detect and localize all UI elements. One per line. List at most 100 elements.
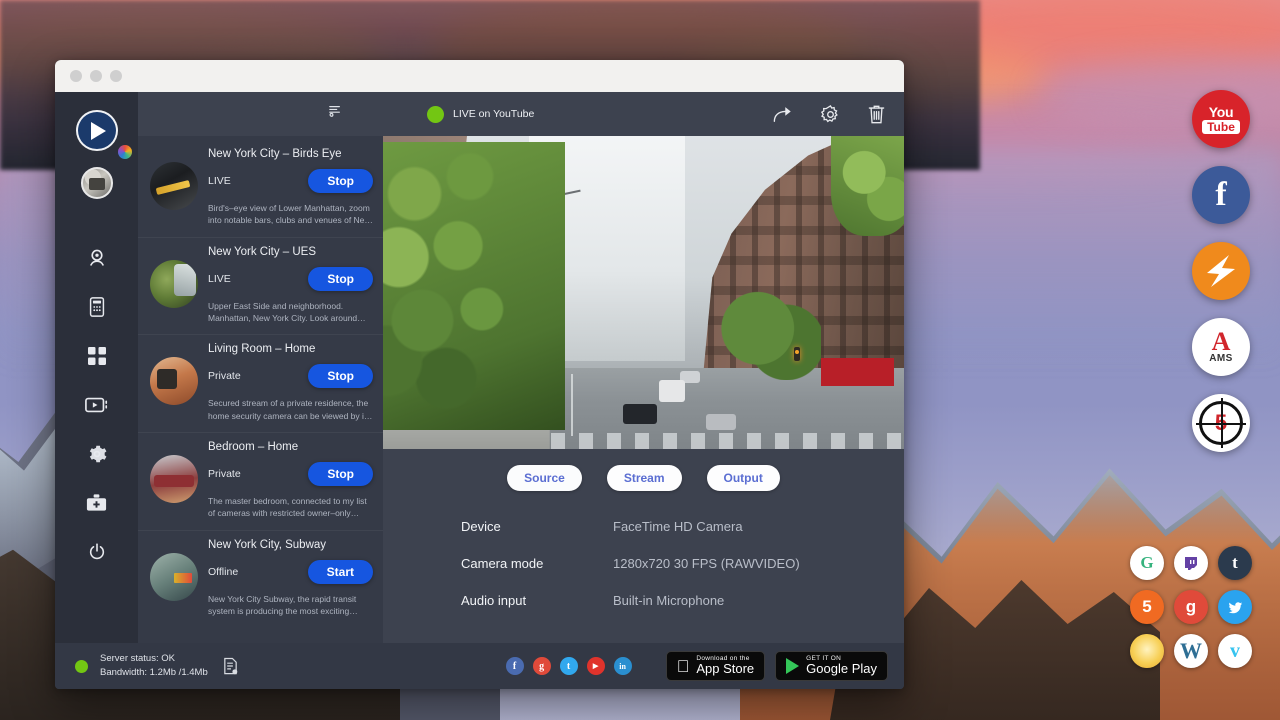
camera-thumbnail [150,260,198,308]
camera-title: New York City – UES [208,246,373,258]
tv-icon [85,395,109,415]
five-glyph: 5 [1215,410,1227,436]
googleplus-icon[interactable]: g [533,657,551,675]
main-content: LIVE on YouTube [383,92,904,643]
red-awning [821,358,894,386]
googleplus-icon[interactable]: g [1174,590,1208,624]
vimeo-icon[interactable]: v [1218,634,1252,668]
adobe-ams-desktop-icon[interactable]: A AMS [1192,318,1250,376]
list-item[interactable]: New York City, Subway Offline Start New … [138,531,383,628]
facebook-icon[interactable]: f [506,657,524,675]
five-icon[interactable]: 5 [1130,590,1164,624]
app-window: New York City – Birds Eye LIVE Stop Bird… [55,60,904,689]
settings-gear-icon[interactable] [820,104,841,125]
sidebar-item-dashboard[interactable] [73,332,121,379]
wowza-desktop-icon[interactable] [1192,242,1250,300]
tab-source[interactable]: Source [507,465,582,491]
gplus-glyph: g [539,661,544,672]
lightning-bolt-icon [1199,249,1243,293]
camera-list-scroll[interactable]: New York City – Birds Eye LIVE Stop Bird… [138,136,383,643]
sidebar-item-device[interactable] [73,283,121,330]
sidebar-item-app-logo[interactable] [76,110,118,151]
adobe-a-glyph: A [1212,330,1231,353]
sidebar-item-user-avatar[interactable] [81,167,113,198]
status-badge: Private [208,370,300,382]
trash-icon[interactable] [867,104,886,125]
camera-title: New York City, Subway [208,539,373,551]
vehicle-van [659,380,685,402]
webcam-icon [86,247,108,269]
window-close-button[interactable] [70,70,82,82]
list-item[interactable]: New York City – UES LIVE Stop Upper East… [138,238,383,336]
power-icon [87,542,107,562]
camera-thumbnail [150,455,198,503]
camera-thumbnail [150,162,198,210]
window-minimize-button[interactable] [90,70,102,82]
facebook-desktop-icon[interactable]: f [1192,166,1250,224]
camera-status-row: Private Stop [208,364,373,388]
window-zoom-button[interactable] [110,70,122,82]
log-document-icon[interactable] [222,657,239,676]
traffic-signal [794,347,800,361]
detail-label: Audio input [461,593,613,608]
list-item[interactable]: Bedroom – Home Private Stop The master b… [138,433,383,531]
linkedin-icon[interactable]: in [614,657,632,675]
play-big-label: Google Play [806,662,877,676]
app-store-badge[interactable]:  Download on the App Store [666,651,766,681]
detail-value[interactable]: Built-in Microphone [613,593,724,608]
grabyo-icon[interactable]: G [1130,546,1164,580]
app-store-text: Download on the App Store [696,656,754,676]
detail-value[interactable]: 1280x720 30 FPS (RAWVIDEO) [613,556,800,571]
camera-list-header [138,92,383,136]
youtube-icon[interactable]: ▶ [587,657,605,675]
sort-lines-icon [328,104,342,118]
window-titlebar [55,60,904,92]
tumblr-icon[interactable]: t [1218,546,1252,580]
sidebar-item-power[interactable] [73,528,121,575]
camera-toggle-button[interactable]: Stop [308,364,373,388]
app-body: New York City – Birds Eye LIVE Stop Bird… [55,92,904,643]
channel-five-desktop-icon[interactable]: 5 [1192,394,1250,452]
camera-info: Bedroom – Home Private Stop The master b… [208,441,373,520]
status-badge: Private [208,468,300,480]
detail-value[interactable]: FaceTime HD Camera [613,519,743,534]
wordpress-glyph: W [1180,638,1202,664]
camera-toggle-button[interactable]: Start [308,560,373,584]
google-play-badge[interactable]: GET IT ON Google Play [775,651,888,681]
adobe-ams-label: AMS [1209,353,1232,364]
facebook-glyph: f [1215,176,1226,214]
camera-title: Living Room – Home [208,343,373,355]
twitch-icon[interactable] [1174,546,1208,580]
share-icon[interactable] [772,104,794,124]
camera-status-row: LIVE Stop [208,267,373,291]
camera-info: New York City – UES LIVE Stop Upper East… [208,246,373,325]
camera-toggle-button[interactable]: Stop [308,169,373,193]
share-arrow-icon [772,104,794,124]
sidebar-item-webcam[interactable] [73,235,121,282]
flare-icon[interactable] [1130,634,1164,668]
youtube-desktop-icon[interactable]: You Tube [1192,90,1250,148]
list-item[interactable]: New York City – Birds Eye LIVE Stop Bird… [138,140,383,238]
camera-toggle-button[interactable]: Stop [308,462,373,486]
social-links: f g t ▶ in [506,657,632,675]
add-camera-button[interactable]: + Add Camera [138,627,383,643]
wordpress-icon[interactable]: W [1174,634,1208,668]
tree-left [383,142,565,430]
sidebar-item-settings[interactable] [73,430,121,477]
sidebar-item-channels[interactable] [73,381,121,428]
twitter-icon[interactable] [1218,590,1252,624]
tab-stream[interactable]: Stream [607,465,682,491]
camera-description: Bird's–eye view of Lower Manhattan, zoom… [208,202,373,227]
twitter-icon[interactable]: t [560,657,578,675]
detail-label: Device [461,519,613,534]
camera-description: Upper East Side and neighborhood. Manhat… [208,300,373,325]
video-preview[interactable] [383,136,904,449]
sort-icon[interactable] [328,104,342,123]
list-item[interactable]: Living Room – Home Private Stop Secured … [138,335,383,433]
tree-midright [706,286,821,380]
tab-output[interactable]: Output [707,465,780,491]
vehicle-foreground [623,404,657,424]
detail-tabs: Source Stream Output [383,449,904,501]
camera-toggle-button[interactable]: Stop [308,267,373,291]
sidebar-item-support[interactable] [73,479,121,526]
